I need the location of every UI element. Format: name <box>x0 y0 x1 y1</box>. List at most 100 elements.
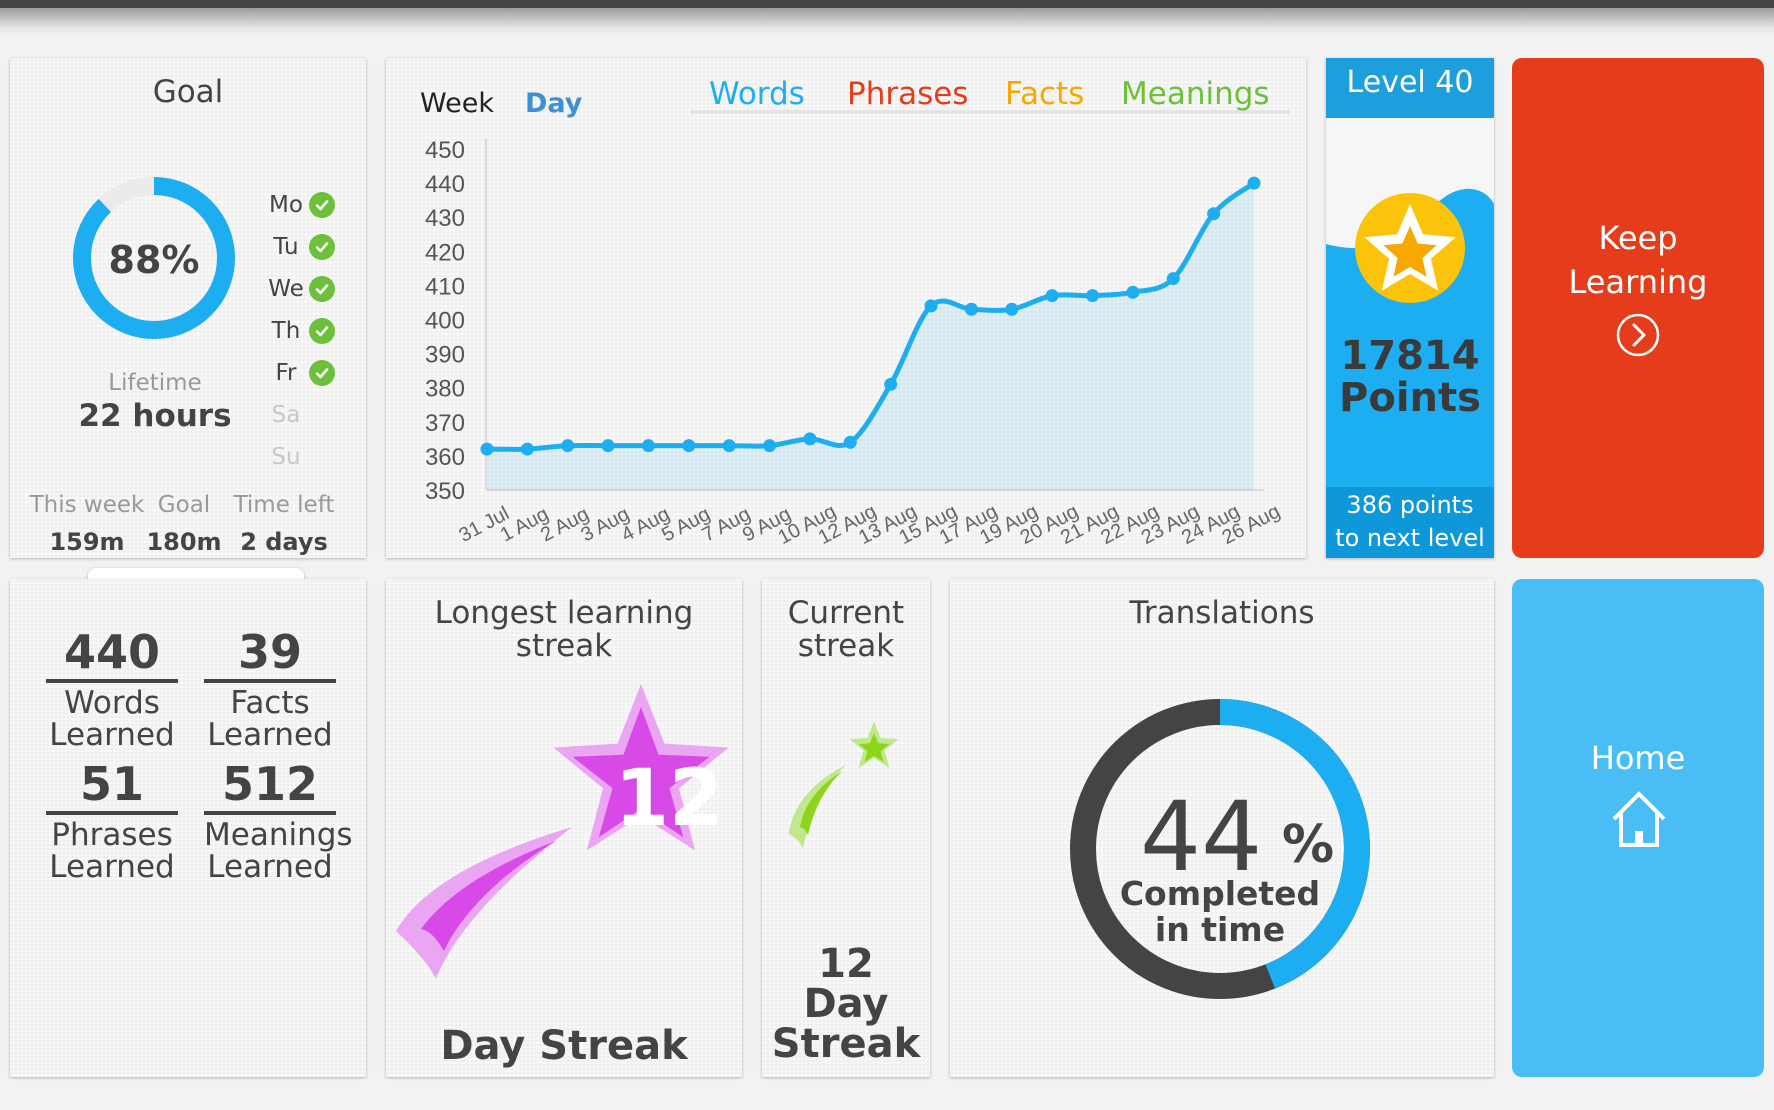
stat-value: 512 <box>221 757 319 811</box>
data-point <box>1207 207 1221 221</box>
stat-label: Words <box>64 685 160 721</box>
lifetime-value: 22 hours <box>78 398 232 434</box>
day-label: Mo <box>269 192 303 218</box>
percent-sign: % <box>1282 815 1335 875</box>
stat-label: Phrases <box>51 817 173 853</box>
day-label: Tu <box>273 234 299 260</box>
day-label: Th <box>271 318 301 344</box>
day-label: Sa <box>271 402 301 428</box>
day-fr: Fr <box>265 352 335 394</box>
day-we: We <box>265 268 335 310</box>
stat-label: Facts <box>230 685 310 721</box>
data-point <box>1086 289 1100 303</box>
this-week-label: This week <box>29 492 145 518</box>
keep-learning-line2: Learning <box>1568 263 1708 301</box>
level-panel: Level 40 17814 Points 386 points to next l… <box>1326 58 1494 558</box>
time-left-value: 2 days <box>240 528 328 556</box>
y-tick-label: 420 <box>425 239 465 266</box>
data-point <box>682 439 696 453</box>
data-point <box>1005 302 1019 316</box>
day-tu: Tu <box>265 226 335 268</box>
stat-underline <box>46 811 178 815</box>
translations-caption: Completed in time <box>1070 876 1370 948</box>
data-point <box>964 302 978 316</box>
data-point <box>520 442 534 456</box>
data-point <box>480 442 494 456</box>
chevron-right-circle-icon <box>1616 313 1660 357</box>
weekly-goal-label: Goal <box>157 492 211 518</box>
keep-learning-label: Keep Learning <box>1512 216 1764 304</box>
home-button[interactable]: Home <box>1512 579 1764 1077</box>
check-icon <box>309 192 335 218</box>
caption-line: Completed <box>1119 874 1321 913</box>
caption-line: in time <box>1154 910 1286 949</box>
points-number: 17814 <box>1340 333 1480 379</box>
stat-label: Meanings <box>204 817 353 853</box>
progress-chart-panel: Week Day Words Phrases Facts Meanings 35… <box>386 58 1306 558</box>
stat-underline <box>204 811 336 815</box>
lifetime-label: Lifetime <box>108 370 202 396</box>
data-point <box>924 299 938 313</box>
keep-learning-line1: Keep <box>1598 219 1678 257</box>
translations-panel: Translations 44 % Completed in time <box>950 579 1494 1077</box>
goal-percent: 88% <box>108 238 200 282</box>
data-point <box>763 439 777 453</box>
check-icon <box>309 360 335 386</box>
stat-value: 39 <box>237 625 302 679</box>
stat-underline <box>46 679 178 683</box>
y-tick-label: 430 <box>425 205 465 232</box>
y-tick-label: 380 <box>425 376 465 403</box>
y-tick-label: 370 <box>425 410 465 437</box>
current-streak-panel: Current streak 12 Day Streak <box>762 579 930 1077</box>
data-point <box>884 377 898 391</box>
day-sa: Sa <box>265 394 335 436</box>
stat-value: 51 <box>79 757 144 811</box>
stat-words: 440 Words Learned <box>46 627 178 751</box>
check-icon <box>309 276 335 302</box>
current-streak-footer: 12 Day Streak <box>762 944 930 1064</box>
home-label: Home <box>1590 739 1686 777</box>
stat-phrases: 51 Phrases Learned <box>46 759 178 883</box>
stat-meanings: 512 Meanings Learned <box>204 757 353 885</box>
stat-facts: 39 Facts Learned <box>204 627 336 751</box>
data-point <box>843 435 857 449</box>
day-su: Su <box>265 436 335 478</box>
y-tick-label: 410 <box>425 273 465 300</box>
goal-title: Goal <box>152 74 224 110</box>
level-header: Level 40 <box>1326 58 1494 118</box>
day-th: Th <box>265 310 335 352</box>
data-point <box>803 432 817 446</box>
top-bar-shadow <box>0 8 1774 38</box>
stat-label: Learned <box>207 849 333 885</box>
data-point <box>1166 272 1180 286</box>
longest-streak-value: 12 <box>614 754 724 844</box>
star-medal-icon <box>1355 193 1465 303</box>
home-icon <box>1612 791 1666 847</box>
stat-label: Learned <box>207 717 333 753</box>
time-left-label: Time left <box>233 492 335 518</box>
weekly-goal-value: 180m <box>146 528 222 556</box>
stat-label: Learned <box>49 849 175 885</box>
translations-percent: 44 <box>1140 781 1263 893</box>
data-point <box>1045 289 1059 303</box>
data-point <box>1126 285 1140 299</box>
check-icon <box>309 234 335 260</box>
keep-learning-button[interactable]: Keep Learning <box>1512 58 1764 558</box>
stat-value: 440 <box>63 625 161 679</box>
next-level-info: 386 points to next level <box>1326 487 1494 558</box>
data-point <box>1247 176 1261 190</box>
data-point <box>601 439 615 453</box>
this-week-value: 159m <box>49 528 125 556</box>
day-mo: Mo <box>265 184 335 226</box>
y-tick-label: 360 <box>425 444 465 471</box>
y-tick-label: 350 <box>425 478 465 505</box>
longest-streak-panel: Longest learning streak 12 Day Streak <box>386 579 742 1077</box>
points-to-next: 386 points <box>1346 491 1474 519</box>
weekday-checklist: Mo Tu We Th Fr Sa Su <box>265 184 335 478</box>
stat-underline <box>204 679 336 683</box>
footer-line: Streak <box>771 1021 921 1067</box>
data-point <box>722 439 736 453</box>
stat-label: Learned <box>49 717 175 753</box>
points-word: Points <box>1339 375 1481 421</box>
points-total: 17814 Points <box>1326 335 1494 419</box>
